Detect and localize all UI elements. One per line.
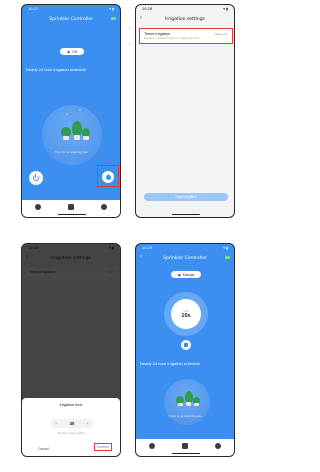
countdown-value: 10s [181,313,191,319]
phone-screen-irrigation-settings: 10:28 ▾ ▮ ‹ Irrigation settings Timed ir… [135,4,235,218]
status-time: 10:29 [142,246,153,250]
home-indicator [172,452,200,454]
manual-mode-toggle[interactable]: ◉ Manual [171,271,201,278]
irrigation-button[interactable] [102,171,114,183]
pot-illustration [186,402,191,406]
timed-irrigation-description: Irrigate immediately by the set irrigati… [144,37,200,40]
cancel-button[interactable]: Cancel [38,447,49,451]
timed-irrigation-value: Please set [214,33,227,36]
duration-value[interactable]: 30 [70,421,75,426]
page-title: Sprinkler Controller [49,16,93,22]
settings-icon[interactable] [100,204,107,210]
water-drop-icon [104,173,112,181]
power-button[interactable] [29,171,43,185]
status-bar: 10:27 ▾ ▮ [22,5,120,13]
countdown-dial: Left 10s [164,292,208,336]
no-plan-text: There is no watering plan [54,150,88,154]
countdown-inner: Left 10s [171,299,201,329]
settings-icon[interactable] [214,443,221,449]
battery-icon [111,17,116,20]
status-time: 10:28 [142,7,153,11]
garden-illustration [42,105,102,165]
minus-button[interactable]: − [55,421,57,426]
pot-illustration [83,136,89,140]
page-title: Irrigation settings [165,16,205,22]
watering-plan-icon[interactable] [149,443,156,449]
back-arrow-icon[interactable]: ‹ [140,15,142,21]
document-icon[interactable] [67,204,74,210]
title-bar: Sprinkler Controller [22,13,120,25]
begin-irrigation-button[interactable]: Begin irrigation [144,193,228,201]
no-plan-text: There is no watering plan [168,414,202,418]
signal-icon: ▾ ▮ [223,7,228,11]
power-icon [33,174,39,181]
off-toggle[interactable]: ◉ Off [60,48,84,55]
timed-irrigation-row[interactable]: Timed irrigation Irrigate immediately by… [139,28,233,44]
sheet-title: Irrigation time [59,403,83,407]
phone-screen-controller-running: 10:29 ▾ ▮ ‹ Sprinkler Controller ◉ Manua… [135,243,235,457]
plus-button[interactable]: + [87,421,89,426]
duration-range-hint: Duration range:1~360s [57,432,85,435]
signal-icon: ▾ ▮ [109,7,114,11]
plant-illustration [72,121,82,136]
status-bar: 10:28 ▾ ▮ [136,5,234,13]
back-arrow-icon[interactable]: ‹ [140,254,142,260]
mode-icon: ◉ [67,49,71,54]
schedule-label: Nearly 24 hour irrigation schedule [140,361,200,366]
home-indicator [58,213,86,215]
phone-screen-irrigation-time: 10:28 ▾ ▮ ‹ Irrigation settings Timed ir… [21,243,121,457]
pot-illustration [63,136,69,140]
status-bar: 10:29 ▾ ▮ [136,244,234,252]
status-time: 10:27 [28,7,39,11]
bottom-nav [22,200,120,217]
bottom-nav [136,439,234,456]
manual-label: Manual [182,272,195,277]
page-title: Sprinkler Controller [163,255,207,261]
title-bar: ‹ Irrigation settings [136,13,234,25]
mode-icon: ◉ [177,272,181,277]
duration-stepper: − 30 + [50,419,94,428]
pot-illustration [74,135,80,140]
stop-icon [184,343,188,347]
stop-button[interactable] [181,340,191,350]
home-indicator [172,213,200,215]
off-label: Off [72,49,77,54]
title-bar: ‹ Sprinkler Controller [136,252,234,264]
phone-screen-controller-off: 10:27 ▾ ▮ Sprinkler Controller ◉ Off Nea… [21,4,121,218]
document-icon[interactable] [181,443,188,449]
signal-icon: ▾ ▮ [223,246,228,250]
watering-plan-icon[interactable] [35,204,42,210]
schedule-label: Nearly 24 hour irrigation schedule [26,67,86,72]
confirm-button[interactable]: Confirm [93,443,112,451]
water-drop-illustration [66,113,68,115]
irrigation-time-sheet: Irrigation time − 30 + Duration range:1~… [22,398,120,456]
water-drop-illustration [79,109,81,111]
battery-icon [225,256,230,259]
pot-illustration [194,403,199,406]
pot-illustration [178,403,183,406]
